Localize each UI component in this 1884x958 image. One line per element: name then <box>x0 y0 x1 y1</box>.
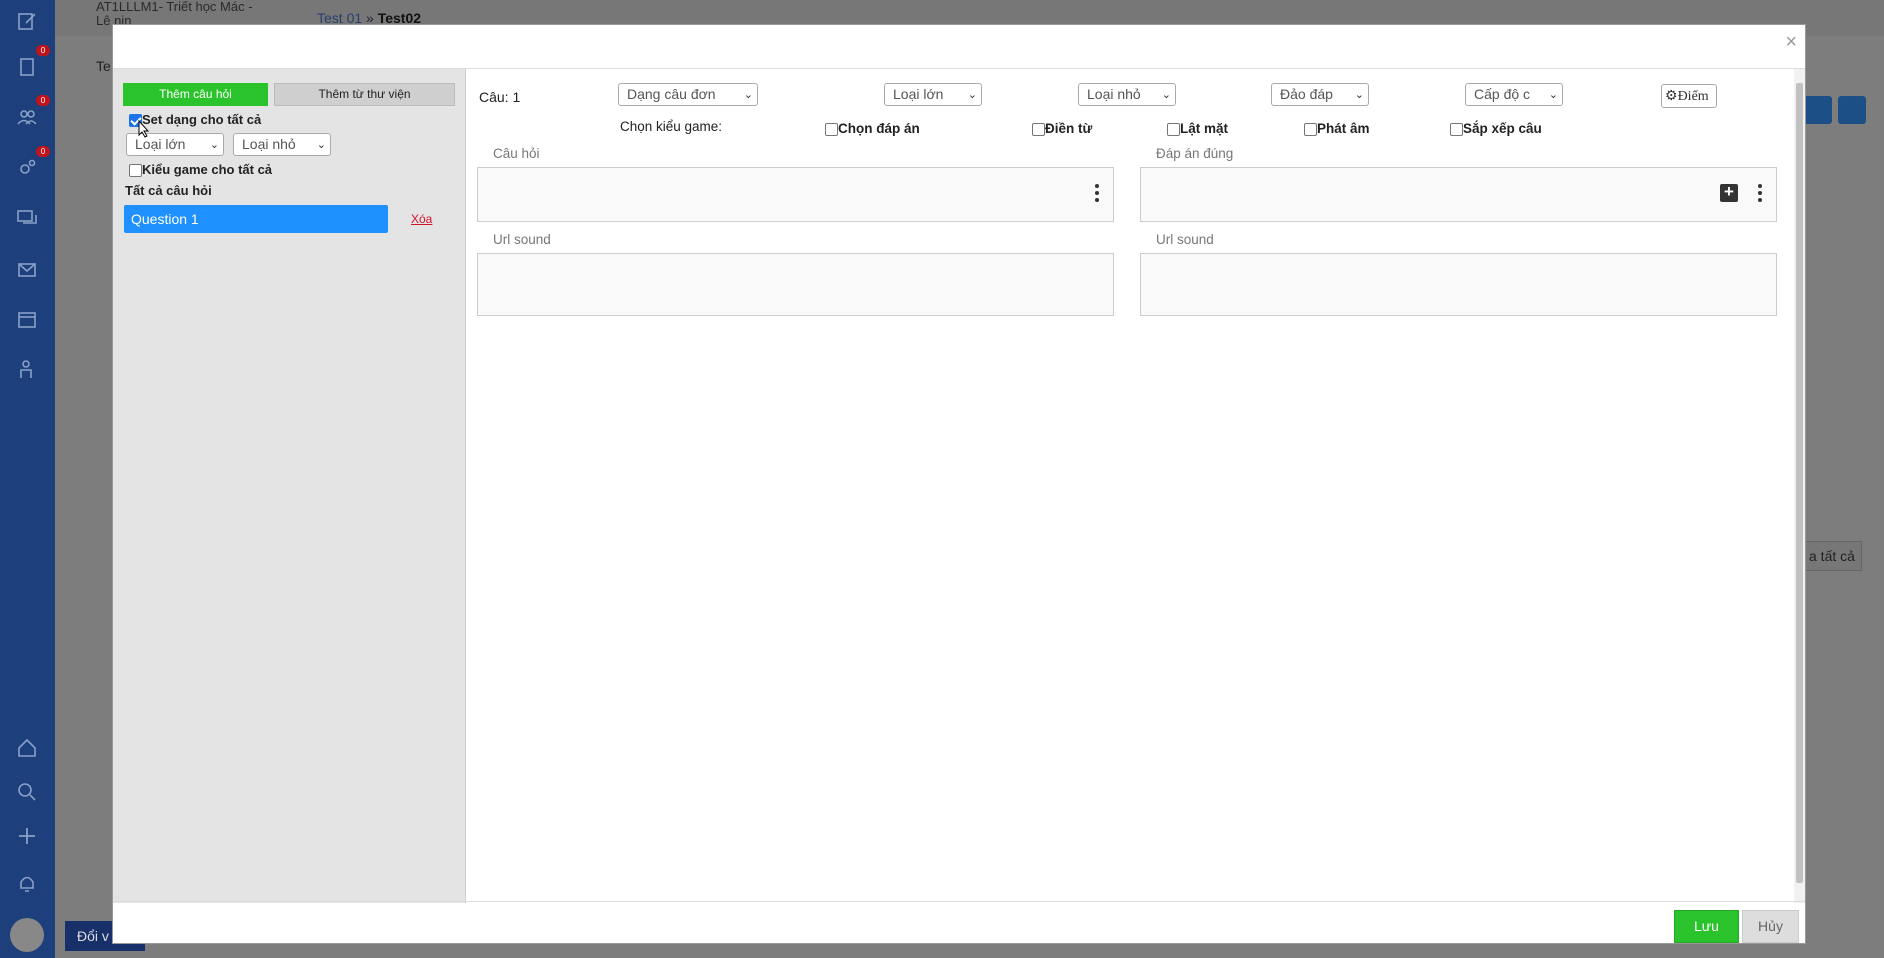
chevron-down-icon: ⌄ <box>1354 89 1364 101</box>
scrollbar-thumb[interactable] <box>1796 83 1803 883</box>
chevron-down-icon: ⌄ <box>967 89 977 101</box>
modal-scrollbar[interactable] <box>1794 69 1805 903</box>
chevron-down-icon: ⌄ <box>209 139 219 151</box>
big-type-select-value: Loại lớn <box>893 86 944 102</box>
url-sound-label: Url sound <box>493 232 551 247</box>
points-label: Điểm <box>1677 89 1709 104</box>
modal-header: × <box>113 25 1805 69</box>
game-type-label: Chọn kiểu game: <box>620 119 723 134</box>
game-option-checkbox[interactable] <box>825 122 838 136</box>
game-option-label: Chọn đáp án <box>838 121 920 136</box>
game-type-all-checkbox[interactable] <box>129 164 142 178</box>
save-button[interactable]: Lưu <box>1674 910 1739 943</box>
modal-footer: Lưu Hủy <box>113 901 1805 943</box>
game-option-label: Phát âm <box>1317 121 1370 136</box>
level-select[interactable]: Cấp độ c ⌄ <box>1465 83 1563 106</box>
chat-icon[interactable] <box>14 205 40 231</box>
more-options-icon[interactable] <box>1758 184 1762 205</box>
search-icon[interactable] <box>14 779 40 805</box>
bell-icon[interactable] <box>14 870 40 896</box>
game-option[interactable]: Sắp xếp câu <box>1450 121 1542 136</box>
home-icon[interactable] <box>14 735 40 761</box>
game-option[interactable]: Lật mặt <box>1167 121 1228 136</box>
add-question-button[interactable]: Thêm câu hỏi <box>123 83 268 106</box>
mail-icon[interactable] <box>14 256 40 282</box>
game-type-all-row: Kiểu game cho tất cả <box>129 162 273 178</box>
game-option-checkbox[interactable] <box>1304 122 1317 136</box>
game-option-label: Sắp xếp câu <box>1463 121 1542 136</box>
question-editor-modal: × Thêm câu hỏi Thêm từ thư viện Set dạng… <box>112 24 1806 944</box>
background-header: Te <box>96 58 111 74</box>
app-sidebar: 0 0 0 <box>0 0 55 958</box>
notification-badge: 0 <box>36 146 50 157</box>
game-option-checkbox[interactable] <box>1450 122 1463 136</box>
gear-icon[interactable] <box>14 155 40 181</box>
shuffle-select-value: Đảo đáp <box>1280 86 1333 102</box>
edit-button[interactable] <box>1838 96 1866 124</box>
chevron-down-icon: ⌄ <box>1161 89 1171 101</box>
question-number: Câu: 1 <box>479 89 521 105</box>
answer-url-sound-input[interactable] <box>1140 253 1777 316</box>
question-type-select-value: Dạng câu đơn <box>627 86 716 102</box>
game-option[interactable]: Phát âm <box>1304 121 1370 136</box>
set-type-all-label: Set dạng cho tất cả <box>142 112 262 127</box>
plus-icon[interactable] <box>14 823 40 849</box>
avatar[interactable] <box>10 918 44 952</box>
small-type-select[interactable]: Loại nhỏ ⌄ <box>1078 83 1176 106</box>
small-type-select[interactable]: Loại nhỏ ⌄ <box>233 133 331 156</box>
all-questions-heading: Tất cả câu hỏi <box>125 183 212 198</box>
add-icon[interactable]: + <box>1720 183 1738 202</box>
game-option-label: Lật mặt <box>1180 121 1229 136</box>
question-type-select[interactable]: Dạng câu đơn ⌄ <box>618 83 758 106</box>
question-list-panel: Thêm câu hỏi Thêm từ thư viện Set dạng c… <box>113 69 466 903</box>
points-button[interactable]: ⚙Điểm <box>1661 84 1717 108</box>
gear-icon: ⚙ <box>1665 89 1678 104</box>
chevron-down-icon: ⌄ <box>1548 89 1558 101</box>
users-icon[interactable] <box>14 104 40 130</box>
game-option-checkbox[interactable] <box>1167 122 1180 136</box>
shuffle-select[interactable]: Đảo đáp ⌄ <box>1271 83 1369 106</box>
small-type-select-value: Loại nhỏ <box>242 136 296 152</box>
correct-answer-label: Đáp án đúng <box>1156 146 1234 161</box>
cancel-button[interactable]: Hủy <box>1742 910 1799 943</box>
edit-icon[interactable] <box>14 8 40 34</box>
question-editor[interactable] <box>477 167 1114 222</box>
big-type-select-value: Loại lớn <box>135 136 186 152</box>
notification-badge: 0 <box>36 45 50 56</box>
correct-answer-editor[interactable]: + <box>1140 167 1777 222</box>
more-options-icon[interactable] <box>1095 184 1099 205</box>
notification-badge: 0 <box>36 95 50 106</box>
game-option-checkbox[interactable] <box>1032 122 1045 136</box>
person-icon[interactable] <box>14 356 40 382</box>
question-label: Câu hỏi <box>493 146 540 161</box>
question-list-item[interactable]: Question 1 <box>124 205 388 233</box>
add-from-library-button[interactable]: Thêm từ thư viện <box>274 83 455 106</box>
question-url-sound-input[interactable] <box>477 253 1114 316</box>
big-type-select[interactable]: Loại lớn ⌄ <box>884 83 982 106</box>
game-option-label: Điền từ <box>1045 121 1093 136</box>
url-sound-label: Url sound <box>1156 232 1214 247</box>
calendar-icon[interactable] <box>14 306 40 332</box>
question-detail-panel: Câu: 1 Dạng câu đơn ⌄ Loại lớn ⌄ Loại nhỏ ⌄… <box>466 69 1796 903</box>
game-option[interactable]: Điền từ <box>1032 121 1092 136</box>
delete-link[interactable]: Xóa <box>411 212 432 226</box>
chevron-down-icon: ⌄ <box>743 89 753 101</box>
cursor-icon <box>138 120 150 138</box>
small-type-select-value: Loại nhỏ <box>1087 86 1141 102</box>
close-icon[interactable]: × <box>1785 31 1797 54</box>
add-button[interactable] <box>1804 96 1832 124</box>
game-option[interactable]: Chọn đáp án <box>825 121 920 136</box>
document-icon[interactable] <box>14 54 40 80</box>
select-all-button[interactable]: a tất cả <box>1804 541 1862 571</box>
background-action-buttons <box>1804 96 1872 127</box>
game-type-all-label: Kiểu game cho tất cả <box>142 162 273 177</box>
level-select-value: Cấp độ c <box>1474 86 1531 102</box>
chevron-down-icon: ⌄ <box>316 139 326 151</box>
